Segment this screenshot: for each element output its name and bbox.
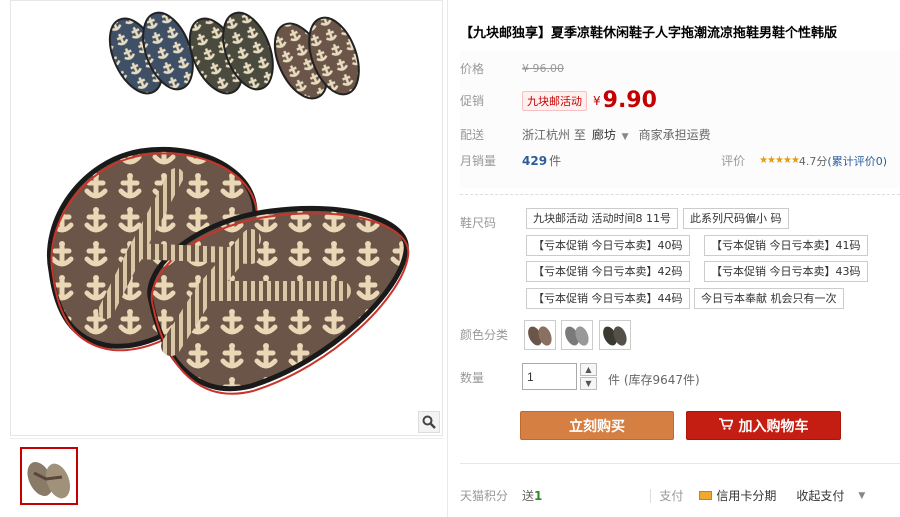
ship-to-select[interactable]: 廊坊 ▼ [592, 126, 629, 143]
main-product-image[interactable] [10, 0, 443, 436]
shipping-row: 配送 浙江杭州 至 廊坊 ▼ 商家承担运费 [460, 126, 900, 143]
quantity-label: 数量 [460, 371, 485, 385]
footer-row: 天猫积分 送 1 支付 信用卡分期 收起支付 ▼ [460, 487, 900, 504]
price-row: 价格 ¥ 96.00 [460, 60, 900, 77]
color-swatch-gray[interactable] [561, 320, 593, 350]
size-option[interactable]: 【亏本促销 今日亏本卖】41码 [704, 235, 868, 256]
magnifier-icon [422, 415, 436, 429]
ship-to-city: 廊坊 [591, 128, 616, 142]
promo-tag: 九块邮活动 [522, 90, 587, 111]
points-label: 天猫积分 [460, 489, 509, 503]
product-gallery [0, 0, 443, 517]
quantity-decrease[interactable]: ▼ [580, 377, 597, 390]
size-label: 鞋尺码 [460, 216, 497, 230]
points-value: 1 [534, 488, 543, 503]
size-option[interactable]: 【亏本促销 今日亏本卖】40码 [526, 235, 690, 256]
buy-now-label: 立刻购买 [569, 418, 625, 435]
column-divider [447, 0, 448, 517]
color-label: 颜色分类 [460, 328, 509, 342]
thumbnail-image[interactable] [20, 447, 78, 505]
credit-card-icon [699, 491, 713, 500]
review-count-link[interactable]: (累计评价0) [827, 153, 887, 169]
divider [460, 194, 900, 195]
sales-label: 月销量 [460, 154, 497, 168]
rating-stars: ★★★★★ [759, 155, 800, 166]
points-prefix: 送 [522, 489, 535, 503]
rating-label: 评价 [721, 154, 746, 168]
add-to-cart-label: 加入购物车 [738, 418, 809, 435]
size-option[interactable]: 此系列尺码偏小 码 [683, 208, 789, 229]
promo-price: 9.90 [602, 88, 657, 113]
collapse-pay-link[interactable]: 收起支付 [796, 487, 844, 504]
shipping-note: 商家承担运费 [638, 128, 711, 142]
thumbnail-strip [10, 438, 443, 517]
footer-divider [460, 463, 900, 464]
buy-now-button[interactable]: 立刻购买 [520, 411, 674, 440]
size-option[interactable]: 九块邮活动 活动时间8 11号 [526, 208, 678, 229]
rating-score: 4.7分 [798, 154, 828, 168]
product-title: 【九块邮独享】夏季凉鞋休闲鞋子人字拖潮流凉拖鞋男鞋个性韩版 [460, 26, 838, 41]
promo-label: 促销 [460, 94, 485, 108]
size-option[interactable]: 【亏本促销 今日亏本卖】42码 [526, 261, 690, 282]
chevron-down-icon: ▼ [621, 132, 629, 142]
chevron-down-icon: ▼ [585, 379, 592, 388]
zoom-button[interactable] [418, 411, 440, 433]
cart-icon [718, 417, 734, 434]
sales-count: 429 [522, 153, 548, 168]
size-option[interactable]: 【亏本促销 今日亏本卖】43码 [704, 261, 868, 282]
chevron-down-icon[interactable]: ▼ [858, 491, 865, 501]
stock-info: 件 (库存9647件) [608, 373, 700, 387]
promo-row: 促销 九块邮活动 ¥ 9.90 [460, 88, 900, 113]
shipping-label: 配送 [460, 128, 485, 142]
sales-row: 月销量 429 件 评价 ★★★★★ 4.7分 (累计评价0) [460, 152, 900, 169]
chevron-up-icon: ▲ [585, 365, 592, 374]
color-swatch-dark[interactable] [599, 320, 631, 350]
swatch-image [603, 326, 627, 346]
swatch-image [565, 326, 589, 346]
ship-from: 浙江杭州 至 [522, 128, 586, 142]
pay-label: 支付 [659, 489, 684, 503]
original-price: ¥ 96.00 [522, 62, 564, 75]
quantity-input[interactable] [522, 363, 577, 390]
swatch-image [528, 326, 552, 346]
add-to-cart-button[interactable]: 加入购物车 [686, 411, 841, 440]
quantity-increase[interactable]: ▲ [580, 363, 597, 376]
color-swatch-brown[interactable] [524, 320, 556, 350]
pay-separator [650, 488, 652, 503]
size-option[interactable]: 今日亏本奉献 机会只有一次 [694, 288, 844, 309]
credit-installment-link[interactable]: 信用卡分期 [716, 487, 776, 504]
sales-unit: 件 [549, 154, 562, 168]
price-box: 价格 ¥ 96.00 促销 九块邮活动 ¥ 9.90 配送 浙江杭州 至 廊坊 … [460, 50, 900, 188]
sandals-photo [47, 11, 410, 395]
currency-symbol: ¥ [593, 93, 601, 108]
thumbnail-sandals [27, 462, 71, 499]
product-info: 【九块邮独享】夏季凉鞋休闲鞋子人字拖潮流凉拖鞋男鞋个性韩版 价格 ¥ 96.00… [460, 0, 900, 517]
size-option[interactable]: 【亏本促销 今日亏本卖】44码 [526, 288, 690, 309]
price-label: 价格 [460, 62, 485, 76]
